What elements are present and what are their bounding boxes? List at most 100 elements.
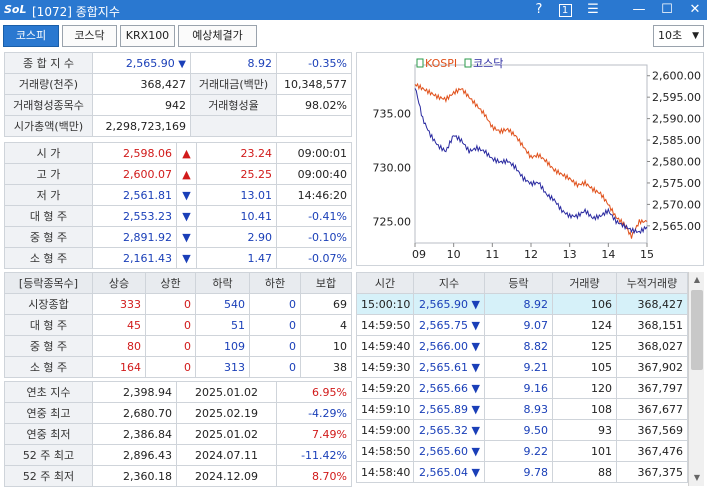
maximize-button[interactable]: ☐ [656, 0, 678, 20]
tick-time: 14:59:10 [356, 398, 414, 420]
minimize-button[interactable]: — [628, 0, 650, 20]
tick-cumulative: 367,476 [616, 440, 688, 462]
tick-index: 2,565.61 ▼ [413, 356, 485, 378]
price-label: 고 가 [4, 163, 93, 185]
breadth-lower: 0 [249, 314, 301, 336]
yearly-rate: 7.49% [276, 423, 352, 445]
yearly-label: 연초 지수 [4, 381, 93, 403]
price-change: 23.24 [196, 142, 277, 164]
menu-icon[interactable]: ☰ [582, 0, 604, 20]
price-change: 1.47 [196, 247, 277, 269]
yearly-label: 연중 최고 [4, 402, 93, 424]
tab-kosdaq[interactable]: 코스닥 [62, 25, 117, 47]
breadth-lower: 0 [249, 293, 301, 315]
breadth-header: [등락종목수] [4, 272, 93, 294]
yearly-label: 연중 최저 [4, 423, 93, 445]
tick-volume: 88 [552, 461, 617, 483]
tick-scrollbar[interactable]: ▲ ▼ [688, 272, 704, 486]
yearly-rate: -11.42% [276, 444, 352, 466]
tick-row[interactable]: 14:59:10 2,565.89 ▼ 8.93 108 367,677 [356, 398, 688, 420]
tick-volume: 93 [552, 419, 617, 441]
app-logo: SoL [4, 3, 27, 16]
price-label: 소 형 주 [4, 247, 93, 269]
arrow-down-icon: ▼ [176, 184, 197, 206]
price-extra: 09:00:01 [276, 142, 352, 164]
tab-expected-price[interactable]: 예상체결가 [178, 25, 257, 47]
tick-row[interactable]: 14:59:20 2,565.66 ▼ 9.16 120 367,797 [356, 377, 688, 399]
breadth-lower: 0 [249, 356, 301, 378]
breadth-row: 시장종합 333 0 540 0 69 [4, 293, 352, 315]
tick-index: 2,565.60 ▼ [413, 440, 485, 462]
tick-index-value: 2,565.60 [419, 444, 469, 458]
tick-index: 2,565.75 ▼ [413, 314, 485, 336]
tick-row[interactable]: 14:59:30 2,565.61 ▼ 9.21 105 367,902 [356, 356, 688, 378]
breadth-flat: 69 [300, 293, 352, 315]
left-axis-tick: 735.00 [373, 108, 412, 121]
link-group-button[interactable]: 1 [554, 0, 576, 20]
scroll-down-icon[interactable]: ▼ [689, 470, 705, 486]
title-bar: SoL [1072] 종합지수 ? 1 ☰ — ☐ ✕ [0, 0, 707, 20]
volume-label: 거래량(천주) [4, 73, 93, 95]
yearly-row: 52 주 최저 2,360.18 2024.12.09 8.70% [4, 465, 352, 487]
price-value: 2,598.06 [92, 142, 177, 164]
yearly-value: 2,360.18 [92, 465, 177, 487]
tick-index-value: 2,565.90 [419, 297, 469, 311]
scroll-up-icon[interactable]: ▲ [689, 272, 705, 288]
empty-cell [190, 115, 277, 137]
tick-change: 9.21 [484, 356, 553, 378]
left-axis-tick: 730.00 [373, 161, 412, 174]
tick-row[interactable]: 14:59:50 2,565.75 ▼ 9.07 124 368,151 [356, 314, 688, 336]
amount-label: 거래대금(백만) [190, 73, 277, 95]
tick-row[interactable]: 15:00:10 2,565.90 ▼ 8.92 106 368,427 [356, 293, 688, 315]
price-value: 2,553.23 [92, 205, 177, 227]
breadth-rise: 164 [92, 356, 146, 378]
tick-row[interactable]: 14:59:00 2,565.32 ▼ 9.50 93 367,569 [356, 419, 688, 441]
help-button[interactable]: ? [528, 0, 550, 20]
yearly-label: 52 주 최고 [4, 444, 93, 466]
tick-change: 8.92 [484, 293, 553, 315]
price-change: 2.90 [196, 226, 277, 248]
tab-kospi[interactable]: 코스피 [3, 25, 59, 47]
arrow-down-icon: ▼ [176, 247, 197, 269]
price-extra: 09:00:40 [276, 163, 352, 185]
breadth-fall: 109 [195, 335, 250, 357]
tick-row[interactable]: 14:58:50 2,565.60 ▼ 9.22 101 367,476 [356, 440, 688, 462]
yearly-date: 2025.01.02 [176, 381, 277, 403]
link-group-icon: 1 [558, 4, 572, 17]
tick-row[interactable]: 14:58:40 2,565.04 ▼ 9.78 88 367,375 [356, 461, 688, 483]
close-button[interactable]: ✕ [684, 0, 706, 20]
tick-volume: 105 [552, 356, 617, 378]
index-rate: -0.35% [276, 52, 352, 74]
breadth-row: 중 형 주 80 0 109 0 10 [4, 335, 352, 357]
arrow-down-icon [178, 57, 186, 70]
interval-select[interactable]: 10초 ▼ [653, 25, 704, 47]
price-row: 소 형 주 2,161.43 ▼ 1.47 -0.07% [4, 247, 352, 269]
tick-header: 등락 [484, 272, 553, 294]
tick-index-value: 2,565.75 [419, 318, 469, 332]
tick-time: 14:59:30 [356, 356, 414, 378]
breadth-rise: 333 [92, 293, 146, 315]
yearly-rate: -4.29% [276, 402, 352, 424]
right-axis-tick: 2,580.00 [652, 156, 701, 169]
tick-change: 9.78 [484, 461, 553, 483]
tick-time: 14:59:00 [356, 419, 414, 441]
window-title: [1072] 종합지수 [32, 5, 120, 19]
tick-row[interactable]: 14:59:40 2,566.00 ▼ 8.82 125 368,027 [356, 335, 688, 357]
yearly-date: 2024.07.11 [176, 444, 277, 466]
scroll-thumb[interactable] [691, 290, 703, 370]
price-value: 2,561.81 [92, 184, 177, 206]
price-value: 2,600.07 [92, 163, 177, 185]
breadth-header: 하한 [249, 272, 301, 294]
tick-change: 8.82 [484, 335, 553, 357]
legend-marker [464, 58, 472, 68]
breadth-fall: 313 [195, 356, 250, 378]
tab-krx100[interactable]: KRX100 [120, 25, 175, 47]
breadth-table: [등락종목수] 상승 상한 하락 하한 보합 시장종합 333 0 540 0 69 대 형 주 45 0 5… [4, 272, 352, 378]
formed-count-label: 거래형성종목수 [4, 94, 93, 116]
volume-value: 368,427 [92, 73, 191, 95]
price-change: 10.41 [196, 205, 277, 227]
right-axis-tick: 2,600.00 [652, 70, 701, 83]
breadth-flat: 10 [300, 335, 352, 357]
price-row: 시 가 2,598.06 ▲ 23.24 09:00:01 [4, 142, 352, 164]
mktcap-label: 시가총액(백만) [4, 115, 93, 137]
